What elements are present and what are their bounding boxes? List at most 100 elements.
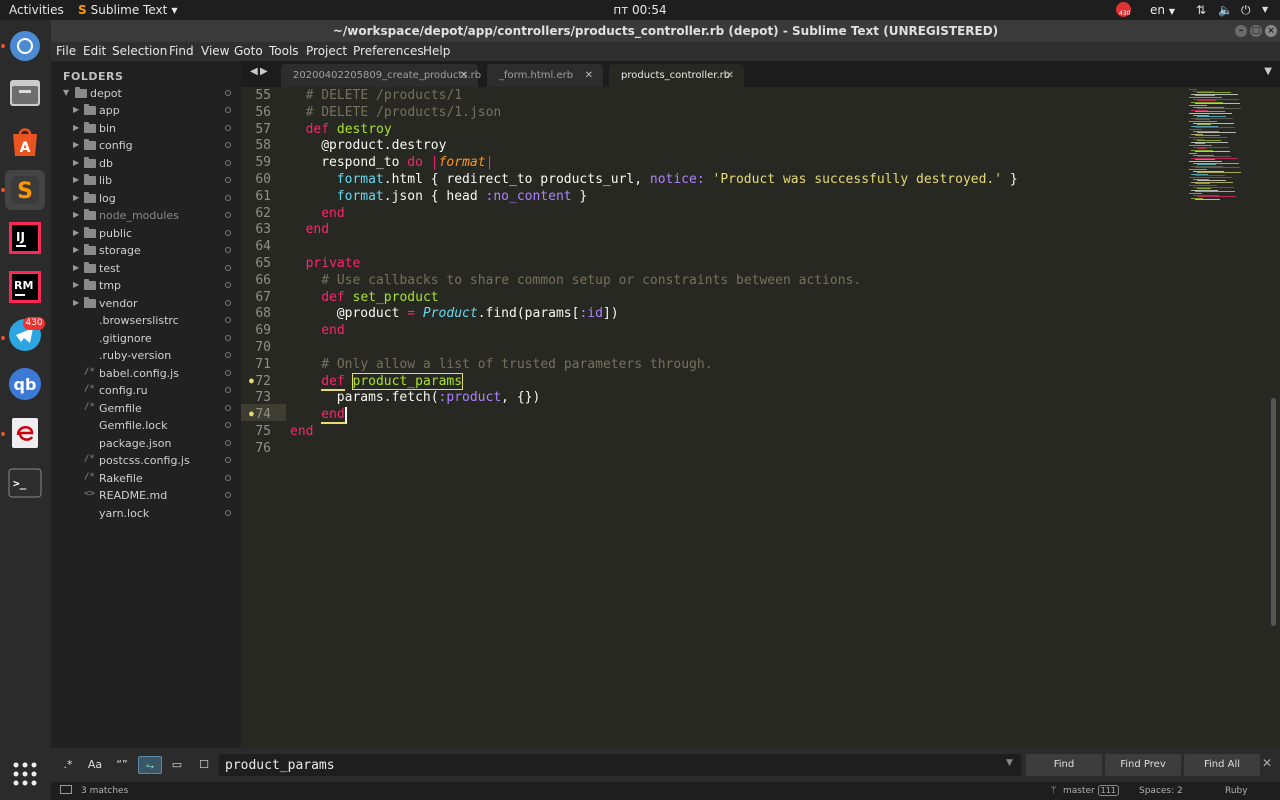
code-line[interactable]: ● 72 def product_params — [241, 372, 1186, 391]
git-branch[interactable]: master 111 — [1063, 785, 1119, 796]
sidebar-file[interactable]: .browserslistrc — [51, 313, 241, 330]
code-line[interactable]: 76 — [241, 440, 1186, 457]
case-sensitive-toggle[interactable]: Aa — [83, 756, 107, 774]
chevron-down-icon[interactable]: ▼ — [1006, 758, 1013, 768]
regex-toggle[interactable]: .* — [56, 756, 80, 774]
code-line[interactable]: 56 # DELETE /products/1.json — [241, 104, 1186, 121]
find-all-button[interactable]: Find All — [1184, 754, 1260, 776]
show-applications-icon[interactable] — [7, 756, 43, 792]
tab-create-products[interactable]: 20200402205809_create_products.rb ✕ — [281, 64, 481, 87]
menu-find[interactable]: Find — [169, 44, 194, 58]
menu-help[interactable]: Help — [423, 44, 450, 58]
sublime-text-icon[interactable]: S — [5, 170, 45, 210]
evince-icon[interactable] — [7, 415, 43, 451]
wrap-toggle[interactable]: ⥊ — [138, 756, 162, 774]
sidebar-folder[interactable]: ▶ bin — [51, 121, 241, 138]
network-icon[interactable]: ⇅ — [1196, 3, 1206, 17]
software-center-icon[interactable]: A — [7, 124, 43, 160]
in-selection-toggle[interactable]: ▭ — [165, 756, 189, 774]
menu-edit[interactable]: Edit — [83, 44, 106, 58]
menu-selection[interactable]: Selection — [112, 44, 167, 58]
volume-icon[interactable]: 🔈 — [1218, 3, 1233, 17]
sidebar-folder[interactable]: ▶ test — [51, 261, 241, 278]
sidebar-file[interactable]: <> README.md — [51, 488, 241, 505]
tab-form-html[interactable]: _form.html.erb ✕ — [487, 64, 603, 87]
maximize-button[interactable]: □ — [1250, 25, 1262, 37]
code-line[interactable]: 60 format.html { redirect_to products_url… — [241, 171, 1186, 188]
code-line[interactable]: 70 — [241, 339, 1186, 356]
menu-file[interactable]: File — [56, 44, 76, 58]
code-line[interactable]: 61 format.json { head :no_content } — [241, 188, 1186, 205]
close-icon[interactable]: ✕ — [585, 64, 593, 87]
panel-toggle-icon[interactable] — [60, 785, 72, 794]
code-line[interactable]: 58 @product.destroy — [241, 137, 1186, 154]
close-icon[interactable]: ✕ — [726, 64, 734, 87]
close-button[interactable]: × — [1265, 25, 1277, 37]
tab-prev-icon[interactable]: ◀ — [250, 66, 258, 77]
sidebar-folder[interactable]: ▶ config — [51, 138, 241, 155]
close-icon[interactable]: ✕ — [1262, 756, 1272, 770]
scrollbar[interactable] — [1271, 398, 1276, 626]
menu-project[interactable]: Project — [306, 44, 347, 58]
code-line[interactable]: 63 end — [241, 221, 1186, 238]
folder-root[interactable]: ▼ depot — [51, 86, 241, 103]
menu-view[interactable]: View — [201, 44, 229, 58]
sidebar-file[interactable]: /* babel.config.js — [51, 366, 241, 383]
code-line[interactable]: 73 params.fetch(:product, {}) — [241, 389, 1186, 406]
sidebar-file[interactable]: /* postcss.config.js — [51, 453, 241, 470]
sidebar-folder[interactable]: ▶ tmp — [51, 278, 241, 295]
code-editor[interactable]: 55 # DELETE /products/1 56 # DELETE /produc… — [241, 87, 1280, 748]
qbittorrent-icon[interactable]: qb — [7, 366, 43, 402]
minimize-button[interactable]: – — [1235, 25, 1247, 37]
tab-next-icon[interactable]: ▶ — [260, 66, 268, 77]
code-line[interactable]: ● 74 end — [241, 406, 1186, 425]
sidebar-file[interactable]: /* Gemfile — [51, 401, 241, 418]
app-menu[interactable]: S Sublime Text ▼ — [78, 3, 177, 17]
tab-products-controller[interactable]: products_controller.rb ✕ — [609, 64, 744, 87]
rubymine-icon[interactable]: RM — [7, 269, 43, 305]
code-line[interactable]: 71 # Only allow a list of trusted paramet… — [241, 356, 1186, 373]
code-line[interactable]: 66 # Use callbacks to share common setup … — [241, 272, 1186, 289]
code-line[interactable]: 62 end — [241, 205, 1186, 222]
sidebar-folder[interactable]: ▶ db — [51, 156, 241, 173]
find-prev-button[interactable]: Find Prev — [1105, 754, 1181, 776]
sidebar-folder[interactable]: ▶ storage — [51, 243, 241, 260]
sidebar-file[interactable]: yarn.lock — [51, 506, 241, 523]
language-indicator[interactable]: en ▼ — [1150, 3, 1175, 17]
sidebar-folder[interactable]: ▶ public — [51, 226, 241, 243]
close-icon[interactable]: ✕ — [460, 64, 468, 87]
menu-tools[interactable]: Tools — [269, 44, 299, 58]
intellij-icon[interactable]: IJ — [7, 220, 43, 256]
code-line[interactable]: 55 # DELETE /products/1 — [241, 87, 1186, 104]
code-line[interactable]: 75 end — [241, 423, 1186, 440]
sidebar-folder[interactable]: ▶ vendor — [51, 296, 241, 313]
menu-preferences[interactable]: Preferences — [353, 44, 424, 58]
sidebar-folder[interactable]: ▶ app — [51, 103, 241, 120]
code-line[interactable]: 69 end — [241, 322, 1186, 339]
sidebar-file[interactable]: /* config.ru — [51, 383, 241, 400]
code-line[interactable]: 67 def set_product — [241, 289, 1186, 306]
chevron-down-icon[interactable]: ▼ — [1262, 5, 1268, 14]
chevron-down-icon[interactable]: ▼ — [1264, 66, 1272, 77]
sidebar-folder[interactable]: ▶ node_modules — [51, 208, 241, 225]
sidebar-file[interactable]: Gemfile.lock — [51, 418, 241, 435]
find-button[interactable]: Find — [1026, 754, 1102, 776]
code-line[interactable]: 68 @product = Product.find(params[:id]) — [241, 305, 1186, 322]
code-line[interactable]: 57 def destroy — [241, 121, 1186, 138]
minimap[interactable] — [1187, 87, 1269, 748]
sidebar-file[interactable]: /* Rakefile — [51, 471, 241, 488]
code-line[interactable]: 59 respond_to do |format| — [241, 154, 1186, 171]
code-line[interactable]: 65 private — [241, 255, 1186, 272]
syntax-selector[interactable]: Ruby — [1225, 786, 1248, 796]
power-icon[interactable]: ⏻ — [1241, 3, 1251, 18]
sidebar-file[interactable]: .ruby-version — [51, 348, 241, 365]
sidebar-folder[interactable]: ▶ log — [51, 191, 241, 208]
whole-word-toggle[interactable]: “” — [110, 756, 134, 774]
sidebar-file[interactable]: .gitignore — [51, 331, 241, 348]
clock[interactable]: пт 00:54 — [613, 3, 666, 17]
files-icon[interactable] — [7, 75, 43, 111]
terminal-icon[interactable]: >_ — [7, 465, 43, 501]
activities-button[interactable]: Activities — [9, 3, 64, 17]
chromium-icon[interactable] — [7, 28, 43, 64]
sidebar-file[interactable]: package.json — [51, 436, 241, 453]
